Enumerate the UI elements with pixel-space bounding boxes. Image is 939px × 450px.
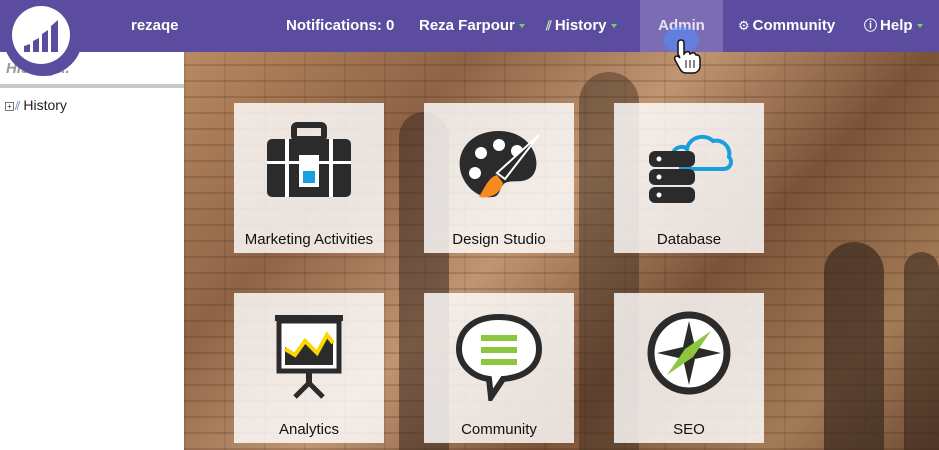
tile-database[interactable]: Database — [614, 103, 764, 253]
community-link-label: Community — [752, 17, 836, 34]
tile-design-studio[interactable]: Design Studio — [424, 103, 574, 253]
user-menu[interactable]: Reza Farpour — [419, 0, 525, 52]
bar-chart-logo-icon — [24, 20, 58, 52]
community-link[interactable]: ⚙ Community — [738, 0, 835, 52]
top-navigation-bar: rezaqe Notifications: 0 Reza Farpour ⫽ Hi… — [0, 0, 939, 52]
compass-icon — [647, 311, 731, 395]
user-menu-label: Reza Farpour — [419, 17, 515, 34]
tile-label: Design Studio — [452, 231, 546, 248]
history-menu[interactable]: ⫽ History — [546, 0, 617, 52]
history-icon: ⫽ — [15, 98, 21, 113]
tile-label: Analytics — [278, 421, 340, 438]
chevron-down-icon — [518, 24, 525, 29]
speech-bubble-icon — [455, 313, 543, 401]
help-icon: ⓘ — [864, 18, 878, 33]
tile-label: Database — [656, 231, 722, 248]
notifications-link[interactable]: Notifications: 0 — [286, 0, 394, 52]
tree-item-history[interactable]: + ⫽ History — [5, 97, 67, 114]
expand-icon[interactable]: + — [5, 101, 14, 111]
logo-badge — [12, 6, 70, 64]
tile-marketing-activities[interactable]: Marketing Activities — [234, 103, 384, 253]
history-menu-label: History — [554, 17, 607, 34]
tile-label: Community — [461, 421, 537, 438]
palette-brush-icon — [459, 131, 540, 198]
tile-seo[interactable]: SEO — [614, 293, 764, 443]
database-cloud-icon — [649, 134, 733, 203]
chevron-down-icon — [610, 24, 617, 29]
notifications-label: Notifications: 0 — [286, 17, 395, 34]
history-icon: ⫽ — [546, 18, 552, 33]
briefcase-icon — [267, 122, 351, 197]
username-label: rezaqe — [131, 17, 179, 34]
tile-analytics[interactable]: Analytics — [234, 293, 384, 443]
hand-cursor-icon — [673, 39, 701, 74]
community-gear-icon: ⚙ — [738, 18, 750, 33]
tile-label: SEO — [673, 421, 705, 438]
tile-community[interactable]: Community — [424, 293, 574, 443]
tile-label: Marketing Activities — [244, 231, 374, 248]
tree-item-label: History — [23, 97, 67, 113]
help-menu[interactable]: ⓘ Help — [864, 0, 923, 52]
presentation-chart-icon — [275, 315, 343, 399]
help-menu-label: Help — [880, 17, 913, 34]
chevron-down-icon — [916, 24, 923, 29]
